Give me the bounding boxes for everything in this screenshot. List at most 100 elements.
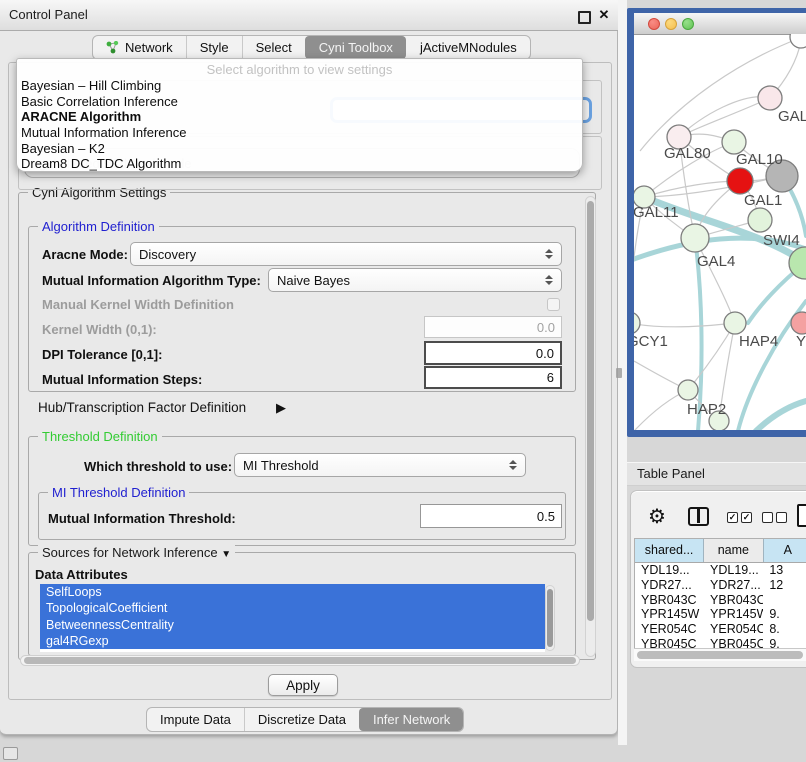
table-panel-header: Table Panel [627,462,806,486]
attributes-scrollbar-thumb[interactable] [547,589,553,647]
network-node[interactable] [790,34,806,48]
float-window-icon[interactable] [578,11,591,24]
node-label: GAL [778,108,806,125]
algorithm-option-aracne-algorithm[interactable]: ARACNE Algorithm [17,109,582,125]
tab-label: Style [200,40,229,55]
network-edge[interactable] [679,98,770,137]
tab-cyni-toolbox[interactable]: Cyni Toolbox [305,36,406,59]
bottom-tabs: Impute DataDiscretize DataInfer Network [146,707,464,732]
table-cell: YPR145W [704,607,763,622]
table-cell: 8. [763,622,806,637]
table-row[interactable]: YBR045CYBR045C9. [635,637,806,648]
node-label: GCY1 [634,333,668,350]
table-horizontal-scrollbar[interactable] [634,648,806,661]
aracne-mode-select[interactable]: Discovery [130,242,562,266]
network-node-gcy1[interactable] [634,312,640,334]
mi-threshold-definition-title: MI Threshold Definition [48,485,189,500]
attribute-item-betweennesscentrality[interactable]: BetweennessCentrality [40,617,545,633]
table-cell [763,593,806,608]
table-cell: YBR043C [635,593,704,608]
column-header-a[interactable]: A [764,539,806,562]
network-edge[interactable] [644,181,740,197]
network-node-hap4[interactable] [724,312,746,334]
which-threshold-select[interactable]: MI Threshold [234,453,526,477]
node-label: SWI4 [763,232,800,249]
manual-kernel-label: Manual Kernel Width Definition [42,297,234,312]
dpi-tolerance-field[interactable] [424,341,562,365]
network-node-gal[interactable] [758,86,782,110]
tab-select[interactable]: Select [242,36,305,59]
tab-impute-data[interactable]: Impute Data [147,708,244,731]
table-cell: YBR045C [635,637,704,648]
select-all-checkbox-icon[interactable] [727,512,738,523]
tab-label: Cyni Toolbox [319,40,393,55]
attribute-item-topologicalcoefficient[interactable]: TopologicalCoefficient [40,600,545,616]
network-canvas-container: GALGAL80GAL10GAL1GAL11SWI4GAL4GCY1HAP4YH… [634,13,806,430]
document-icon[interactable] [797,504,806,527]
mi-type-select[interactable]: Naive Bayes [268,268,562,292]
splitter-handle[interactable] [616,368,622,378]
column-header-name[interactable]: name [704,539,763,562]
settings-vertical-scrollbar[interactable] [585,196,596,657]
table-row[interactable]: YDR27...YDR27...12 [635,578,806,593]
network-node-gal1[interactable] [727,168,753,194]
select-all-checkbox-icon[interactable] [741,512,752,523]
table-horizontal-scrollbar-thumb[interactable] [637,651,803,659]
combo-arrows-icon [506,460,520,470]
tab-discretize-data[interactable]: Discretize Data [244,708,359,731]
tab-style[interactable]: Style [186,36,242,59]
manual-kernel-checkbox[interactable] [547,298,560,311]
algorithm-option-dream8-dc-tdc-algorithm[interactable]: Dream8 DC_TDC Algorithm [17,156,582,172]
network-edge[interactable] [688,323,735,390]
columns-icon[interactable] [688,507,709,526]
tab-network[interactable]: Network [93,36,186,59]
table-cell: YBR045C [704,637,763,648]
expand-arrow-icon[interactable]: ▶ [276,400,286,416]
network-edge[interactable] [756,401,806,430]
settings-vertical-scrollbar-thumb[interactable] [587,201,594,621]
attributes-vertical-scrollbar[interactable] [545,585,555,651]
algorithm-option-bayesian-hill-climbing[interactable]: Bayesian – Hill Climbing [17,78,582,94]
aracne-mode-label: Aracne Mode: [42,247,128,262]
table-cell: 12 [763,578,806,593]
network-window-titlebar[interactable] [634,13,806,35]
gear-icon[interactable]: ⚙ [648,504,666,530]
control-panel-title: Control Panel [9,0,88,30]
algorithm-option-bayesian-k2[interactable]: Bayesian – K2 [17,141,582,157]
mi-threshold-field[interactable] [420,504,562,528]
network-node-gal4[interactable] [681,224,709,252]
which-threshold-label: Which threshold to use: [84,459,232,474]
algorithm-popup-list: Bayesian – Hill ClimbingBasic Correlatio… [17,78,582,172]
table-cell: YER054C [704,622,763,637]
settings-horizontal-scrollbar[interactable] [20,655,580,666]
apply-button[interactable]: Apply [268,674,338,696]
algorithm-option-mutual-information-inference[interactable]: Mutual Information Inference [17,125,582,141]
close-icon[interactable]: ✕ [596,6,612,24]
table-row[interactable]: YPR145WYPR145W9. [635,607,806,622]
attribute-item-selfloops[interactable]: SelfLoops [40,584,545,600]
network-node-hap2[interactable] [678,380,698,400]
algorithm-popup-placeholder: Select algorithm to view settings [17,61,582,78]
column-header-shared[interactable]: shared... [635,539,704,562]
panel-toggle-icon[interactable] [3,747,18,760]
minimize-traffic-light-icon[interactable] [665,18,677,30]
network-graph[interactable]: GALGAL80GAL10GAL1GAL11SWI4GAL4GCY1HAP4YH… [634,34,806,430]
table-cell: YBR043C [704,593,763,608]
network-node-swi4[interactable] [748,208,772,232]
settings-horizontal-scrollbar-thumb[interactable] [24,657,576,664]
tab-infer-network[interactable]: Infer Network [359,708,463,731]
kernel-width-field[interactable] [424,316,562,338]
table-row[interactable]: YBR043CYBR043C [635,593,806,608]
collapse-arrow-icon[interactable]: ▼ [221,549,231,560]
deselect-all-checkbox-icon[interactable] [762,512,773,523]
attribute-item-gal4rgexp[interactable]: gal4RGexp [40,633,545,649]
close-traffic-light-icon[interactable] [648,18,660,30]
deselect-all-checkbox-icon[interactable] [776,512,787,523]
mi-steps-field[interactable] [424,366,562,389]
algorithm-option-basic-correlation-inference[interactable]: Basic Correlation Inference [17,94,582,110]
tab-jactivemnodules[interactable]: jActiveMNodules [406,36,530,59]
network-edge[interactable] [634,323,735,327]
table-row[interactable]: YDL19...YDL19...13 [635,563,806,578]
zoom-traffic-light-icon[interactable] [682,18,694,30]
table-row[interactable]: YER054CYER054C8. [635,622,806,637]
